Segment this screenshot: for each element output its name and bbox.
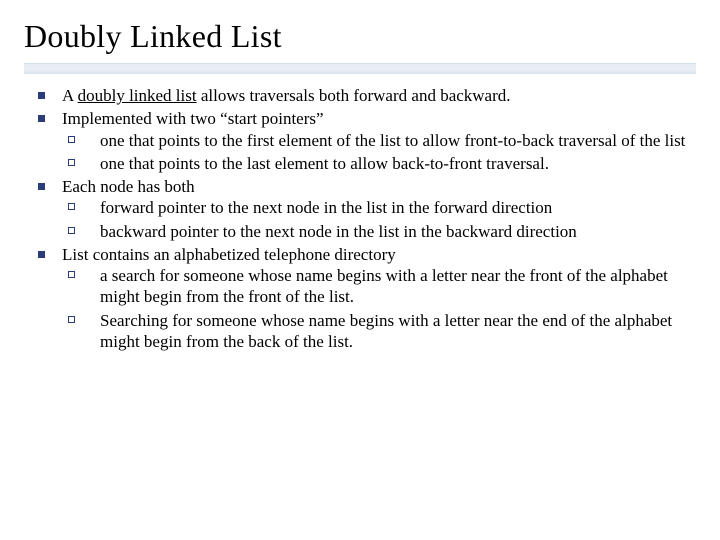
sub-bullet-list: one that points to the first element of … xyxy=(62,130,690,175)
bullet-item: Each node has bothforward pointer to the… xyxy=(32,176,690,242)
title-divider xyxy=(24,63,696,77)
sub-bullet-item: backward pointer to the next node in the… xyxy=(62,221,690,242)
sub-bullet-item: one that points to the last element to a… xyxy=(62,153,690,174)
slide: Doubly Linked List A doubly linked list … xyxy=(0,0,720,540)
sub-bullet-item: one that points to the first element of … xyxy=(62,130,690,151)
sub-bullet-item: a search for someone whose name begins w… xyxy=(62,265,690,308)
bullet-list: A doubly linked list allows traversals b… xyxy=(24,85,696,352)
sub-bullet-item: Searching for someone whose name begins … xyxy=(62,310,690,353)
text-run: Implemented with two “start pointers” xyxy=(62,109,324,128)
bullet-text: Implemented with two “start pointers” xyxy=(62,109,324,128)
text-run: Each node has both xyxy=(62,177,195,196)
text-run: allows traversals both forward and backw… xyxy=(197,86,511,105)
bullet-item: A doubly linked list allows traversals b… xyxy=(32,85,690,106)
bullet-text: Each node has both xyxy=(62,177,195,196)
underlined-text: doubly linked list xyxy=(78,86,197,105)
bullet-item: List contains an alphabetized telephone … xyxy=(32,244,690,352)
sub-bullet-list: forward pointer to the next node in the … xyxy=(62,197,690,242)
slide-title: Doubly Linked List xyxy=(24,18,696,59)
sub-bullet-list: a search for someone whose name begins w… xyxy=(62,265,690,352)
divider-band xyxy=(24,63,696,74)
bullet-text: List contains an alphabetized telephone … xyxy=(62,245,396,264)
text-run: A xyxy=(62,86,78,105)
bullet-item: Implemented with two “start pointers” one… xyxy=(32,108,690,174)
text-run: List contains an alphabetized telephone … xyxy=(62,245,396,264)
bullet-text: A doubly linked list allows traversals b… xyxy=(62,86,511,105)
slide-body: A doubly linked list allows traversals b… xyxy=(24,85,696,352)
sub-bullet-item: forward pointer to the next node in the … xyxy=(62,197,690,218)
